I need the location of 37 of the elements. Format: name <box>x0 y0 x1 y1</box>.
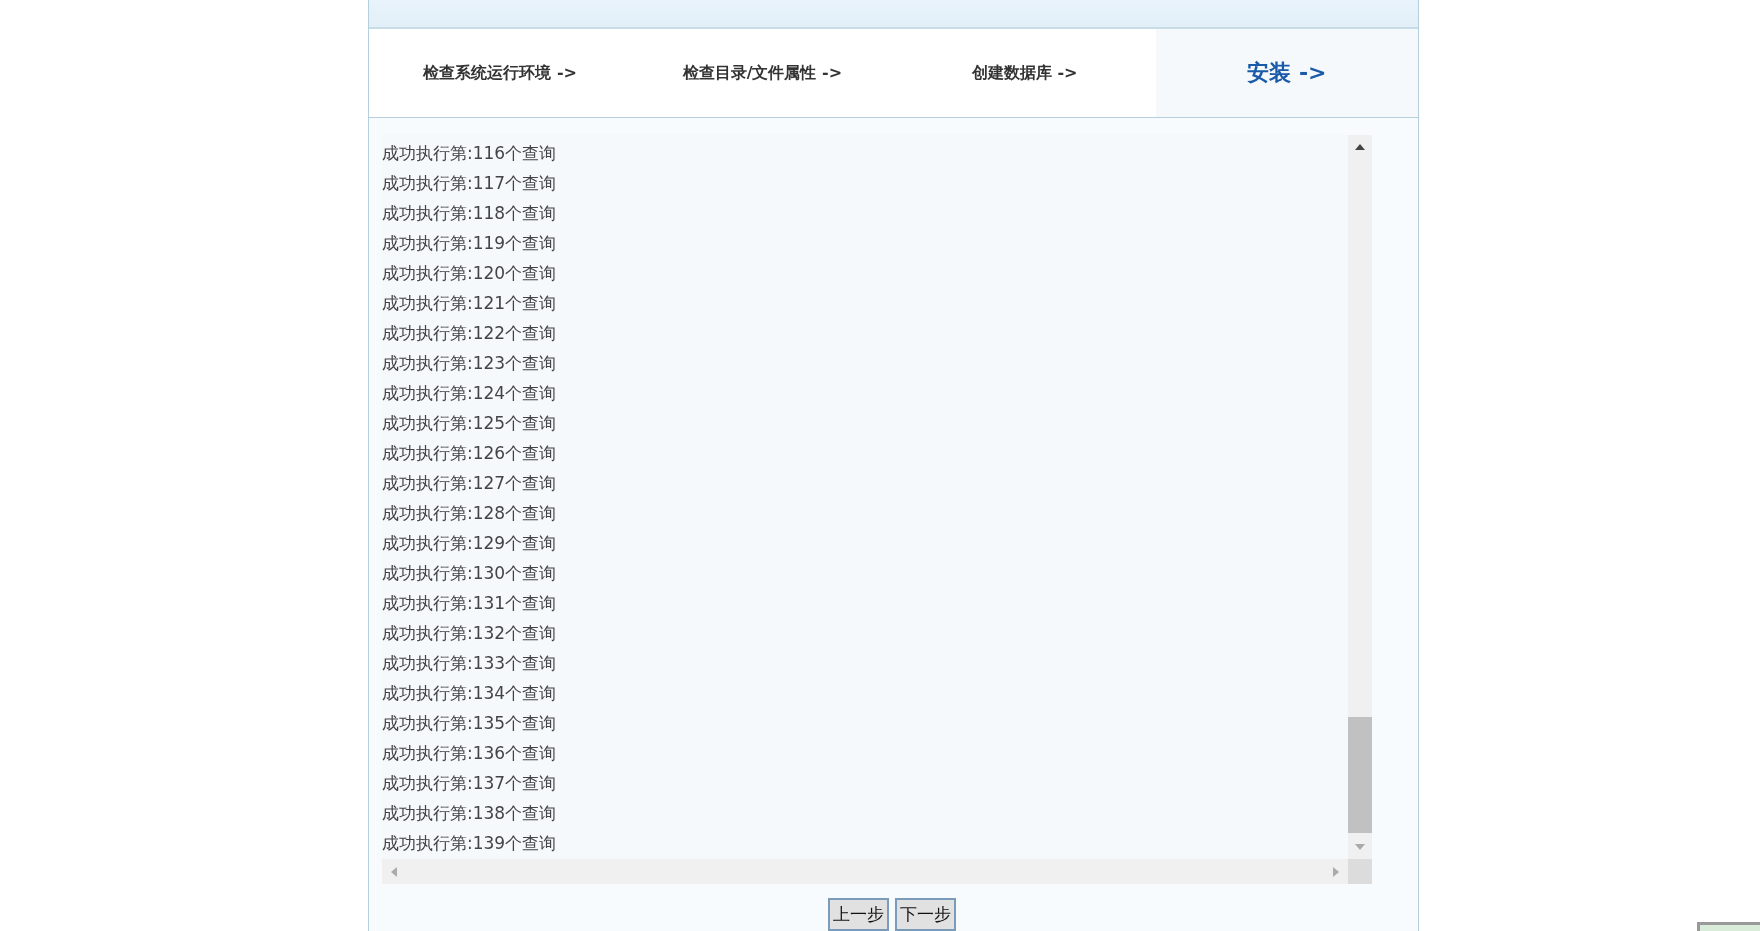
scrollbar-corner <box>1348 859 1372 884</box>
log-line: 成功执行第:131个查询 <box>382 592 558 615</box>
log-line: 成功执行第:127个查询 <box>382 472 558 495</box>
step-tab[interactable]: 创建数据库 -> <box>893 29 1156 117</box>
log-line: 成功执行第:122个查询 <box>382 322 558 345</box>
log-line: 成功执行第:126个查询 <box>382 442 558 465</box>
log-line: 成功执行第:137个查询 <box>382 772 558 795</box>
log-line: 成功执行第:118个查询 <box>382 202 558 225</box>
log-line: 成功执行第:117个查询 <box>382 172 558 195</box>
log-line: 成功执行第:133个查询 <box>382 652 558 675</box>
log-line: 成功执行第:125个查询 <box>382 412 558 435</box>
log-line: 成功执行第:136个查询 <box>382 742 558 765</box>
scroll-right-icon[interactable] <box>1333 866 1339 877</box>
log-line: 成功执行第:128个查询 <box>382 502 558 525</box>
log-line: 成功执行第:130个查询 <box>382 562 558 585</box>
scroll-left-icon[interactable] <box>391 866 397 877</box>
step-tab[interactable]: 检查目录/文件属性 -> <box>631 29 894 117</box>
log-line: 成功执行第:138个查询 <box>382 802 558 825</box>
log-line: 成功执行第:124个查询 <box>382 382 558 405</box>
step-tab[interactable]: 检查系统运行环境 -> <box>369 29 632 117</box>
log-line: 成功执行第:123个查询 <box>382 352 558 375</box>
log-line: 成功执行第:129个查询 <box>382 532 558 555</box>
step-button[interactable]: 上一步 <box>828 898 889 931</box>
log-line: 成功执行第:132个查询 <box>382 622 558 645</box>
log-line: 成功执行第:134个查询 <box>382 682 558 705</box>
log-line: 成功执行第:121个查询 <box>382 292 558 315</box>
step-button[interactable]: 下一步 <box>895 898 956 931</box>
vertical-scrollbar[interactable] <box>1348 135 1372 859</box>
scroll-up-icon[interactable] <box>1355 144 1365 150</box>
log-line: 成功执行第:135个查询 <box>382 712 558 735</box>
scroll-down-icon[interactable] <box>1355 844 1365 850</box>
log-line: 成功执行第:120个查询 <box>382 262 558 285</box>
log-line: 成功执行第:119个查询 <box>382 232 558 255</box>
scroll-thumb[interactable] <box>1348 717 1372 833</box>
log-line: 成功执行第:116个查询 <box>382 142 558 165</box>
log-line: 成功执行第:139个查询 <box>382 832 558 855</box>
step-tab[interactable]: 安装 -> <box>1155 29 1418 117</box>
